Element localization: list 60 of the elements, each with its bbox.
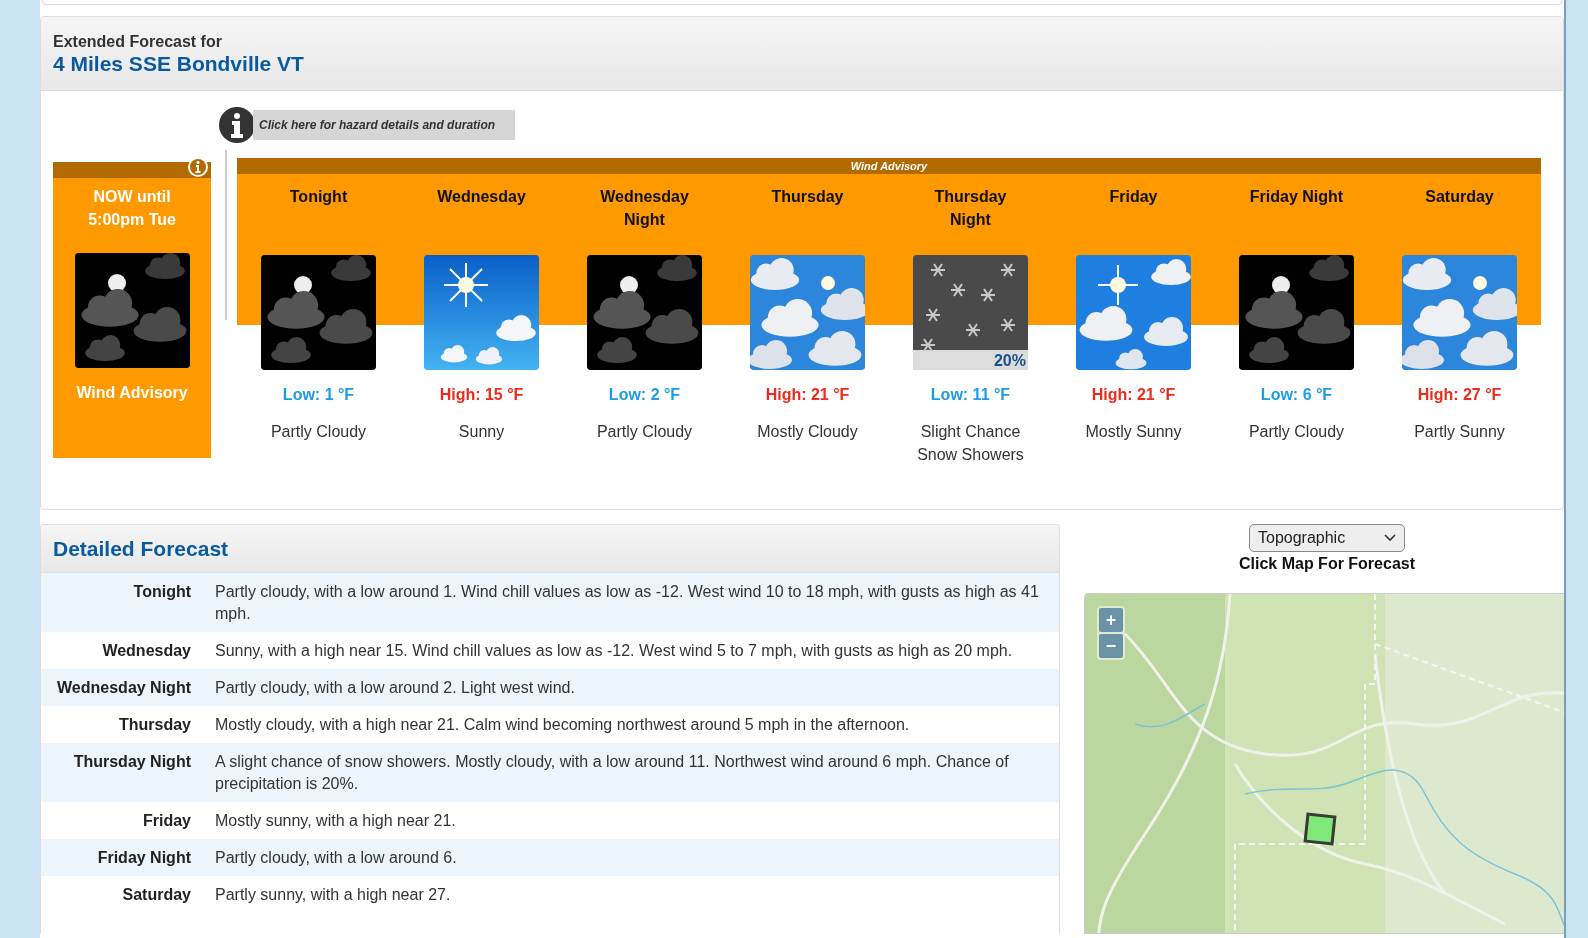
temperature: High: 15 °F [439, 386, 524, 404]
forecast-text: Partly cloudy, with a low around 2. Light west wind. [215, 678, 576, 698]
period-label: Thursday [118, 715, 192, 735]
advisory-label: Wind Advisory [850, 159, 928, 174]
period-name: Tonight [289, 187, 348, 207]
forecast-text: Partly sunny, with a high near 27. [215, 885, 452, 905]
period-label: Friday Night [96, 848, 192, 868]
temperature: High: 21 °F [1091, 386, 1176, 404]
period-label: Friday [142, 811, 192, 831]
condition: Partly Cloudy [270, 422, 367, 442]
section-title: Detailed Forecast [53, 537, 229, 561]
heading: Extended Forecast for [53, 33, 222, 51]
hazard-name: Wind Advisory [76, 384, 188, 402]
night-moon-clouds-icon [261, 255, 376, 370]
night-moon-clouds-icon [587, 255, 702, 370]
condition: Mostly Cloudy [757, 422, 858, 442]
night-moon-clouds-icon [74, 253, 190, 368]
period-label: Thursday Night [72, 752, 192, 772]
sun-clouds-icon [1402, 255, 1517, 370]
temperature: Low: 6 °F [1260, 386, 1333, 404]
night-moon-clouds-icon [1239, 255, 1354, 370]
condition: Partly Cloudy [596, 422, 693, 442]
forecast-text: Partly cloudy, with a low around 1. Wind chill values as low as -12. West wind 10 to 18 mph, with gusts as high as 41 mph. [215, 582, 1040, 624]
condition: Partly Cloudy [1248, 422, 1345, 442]
period-name: Thursday Night [933, 187, 1008, 230]
forecast-text: Partly cloudy, with a low around 6. [215, 848, 458, 868]
precip-chance: 20% [993, 352, 1026, 370]
sun-clouds-icon [750, 255, 865, 370]
forecast-text: Sunny, with a high near 15. Wind chill values as low as -12. West wind 5 to 7 mph, with gusts as high as 20 mph. [215, 641, 1014, 661]
temperature: Low: 11 °F [930, 386, 1011, 404]
map-caption: Click Map For Forecast [1238, 554, 1415, 573]
info-icon [219, 107, 255, 143]
condition: Partly Sunny [1414, 422, 1505, 442]
period-label: Wednesday [101, 641, 192, 661]
condition: Mostly Sunny [1085, 422, 1182, 442]
hazard-period: NOW until 5:00pm Tue [87, 187, 177, 230]
period-label: Saturday [121, 885, 192, 905]
period-label: Wednesday Night [56, 678, 192, 698]
period-name: Thursday [771, 187, 844, 207]
condition: Slight Chance Snow Showers [916, 422, 1025, 465]
period-name: Friday [1109, 187, 1158, 207]
temperature: High: 21 °F [765, 386, 850, 404]
forecast-text: A slight chance of snow showers. Mostly cloudy, with a low around 11. Northwest wind around 6 mph. Chance of precipitation is 20%. [215, 752, 1010, 794]
location-title: 4 Miles SSE Bondville VT [53, 52, 304, 76]
period-name: Wednesday Night [599, 187, 690, 230]
sun-icon [424, 255, 539, 370]
condition: Sunny [458, 422, 505, 442]
map-type-select[interactable]: Topographic [1249, 524, 1405, 552]
sun-clouds-icon [1076, 255, 1191, 370]
temperature: Low: 1 °F [282, 386, 355, 404]
forecast-text: Mostly cloudy, with a high near 21. Calm wind becoming northwest around 5 mph in the afternoon. [215, 715, 911, 735]
chevron-down-icon [1384, 533, 1396, 542]
forecast-text: Mostly sunny, with a high near 21. [215, 811, 457, 831]
period-label: Tonight [132, 582, 192, 602]
period-name: Wednesday [437, 187, 526, 207]
temperature: High: 27 °F [1417, 386, 1502, 404]
period-name: Friday Night [1249, 187, 1344, 207]
temperature: Low: 2 °F [608, 386, 681, 404]
snowflakes-icon [913, 255, 1028, 370]
period-name: Saturday [1425, 187, 1494, 207]
